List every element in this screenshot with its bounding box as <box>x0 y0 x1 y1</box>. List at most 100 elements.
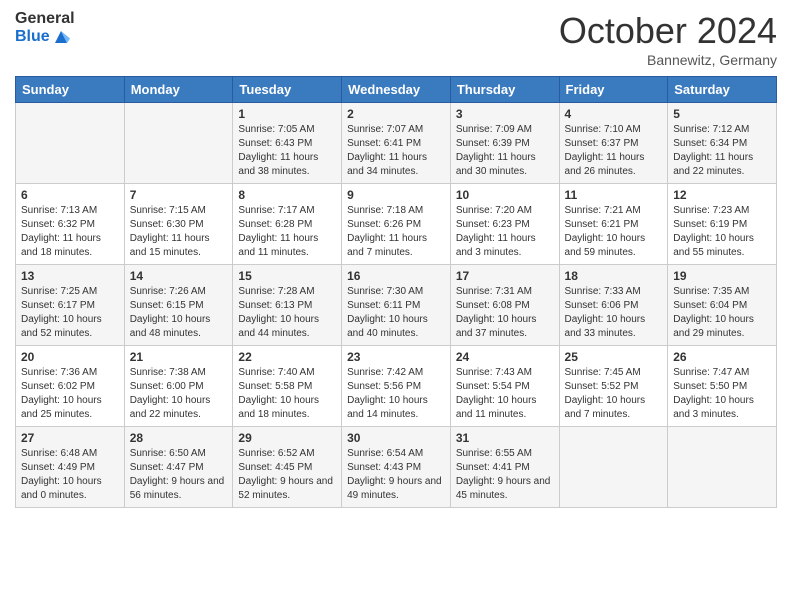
day-number: 6 <box>21 188 119 202</box>
day-number: 4 <box>565 107 663 121</box>
calendar-cell: 28Sunrise: 6:50 AM Sunset: 4:47 PM Dayli… <box>124 427 233 508</box>
day-header-tuesday: Tuesday <box>233 77 342 103</box>
day-number: 13 <box>21 269 119 283</box>
day-info: Sunrise: 7:36 AM Sunset: 6:02 PM Dayligh… <box>21 366 119 422</box>
day-number: 27 <box>21 431 119 445</box>
day-info: Sunrise: 6:50 AM Sunset: 4:47 PM Dayligh… <box>130 447 228 503</box>
calendar-cell <box>124 103 233 184</box>
calendar-cell: 6Sunrise: 7:13 AM Sunset: 6:32 PM Daylig… <box>16 184 125 265</box>
day-info: Sunrise: 7:42 AM Sunset: 5:56 PM Dayligh… <box>347 366 445 422</box>
title-block: October 2024 Bannewitz, Germany <box>559 10 777 68</box>
day-number: 19 <box>673 269 771 283</box>
calendar-cell: 7Sunrise: 7:15 AM Sunset: 6:30 PM Daylig… <box>124 184 233 265</box>
day-number: 2 <box>347 107 445 121</box>
day-number: 20 <box>21 350 119 364</box>
day-number: 18 <box>565 269 663 283</box>
calendar-cell: 18 Sunrise: 7:33 AM Sunset: 6:06 PM Dayli… <box>559 265 668 346</box>
calendar-cell: 4 Sunrise: 7:10 AM Sunset: 6:37 PM Daylig… <box>559 103 668 184</box>
day-number: 10 <box>456 188 554 202</box>
day-header-thursday: Thursday <box>450 77 559 103</box>
day-header-monday: Monday <box>124 77 233 103</box>
day-info: Sunrise: 7:45 AM Sunset: 5:52 PM Dayligh… <box>565 366 663 422</box>
calendar-cell: 30 Sunrise: 6:54 AM Sunset: 4:43 PM Dayli… <box>342 427 451 508</box>
day-info: Sunrise: 7:18 AM Sunset: 6:26 PM Dayligh… <box>347 204 445 260</box>
day-info: Sunrise: 7:20 AM Sunset: 6:23 PM Dayligh… <box>456 204 554 260</box>
calendar-cell: 20 Sunrise: 7:36 AM Sunset: 6:02 PM Dayli… <box>16 346 125 427</box>
day-info: Sunrise: 6:54 AM Sunset: 4:43 PM Dayligh… <box>347 447 445 503</box>
calendar-cell: 12 Sunrise: 7:23 AM Sunset: 6:19 PM Dayli… <box>668 184 777 265</box>
calendar-cell <box>559 427 668 508</box>
calendar-cell: 1 Sunrise: 7:05 AM Sunset: 6:43 PM Daylig… <box>233 103 342 184</box>
day-header-wednesday: Wednesday <box>342 77 451 103</box>
day-number: 7 <box>130 188 228 202</box>
week-row-5: 27 Sunrise: 6:48 AM Sunset: 4:49 PM Dayli… <box>16 427 777 508</box>
day-info: Sunrise: 7:38 AM Sunset: 6:00 PM Dayligh… <box>130 366 228 422</box>
day-info: Sunrise: 7:43 AM Sunset: 5:54 PM Dayligh… <box>456 366 554 422</box>
week-row-4: 20 Sunrise: 7:36 AM Sunset: 6:02 PM Dayli… <box>16 346 777 427</box>
day-info: Sunrise: 7:40 AM Sunset: 5:58 PM Dayligh… <box>238 366 336 422</box>
week-row-2: 6Sunrise: 7:13 AM Sunset: 6:32 PM Daylig… <box>16 184 777 265</box>
day-number: 26 <box>673 350 771 364</box>
week-row-1: 1 Sunrise: 7:05 AM Sunset: 6:43 PM Daylig… <box>16 103 777 184</box>
location: Bannewitz, Germany <box>559 52 777 68</box>
day-info: Sunrise: 7:17 AM Sunset: 6:28 PM Dayligh… <box>238 204 336 260</box>
day-info: Sunrise: 7:35 AM Sunset: 6:04 PM Dayligh… <box>673 285 771 341</box>
day-info: Sunrise: 6:48 AM Sunset: 4:49 PM Dayligh… <box>21 447 119 503</box>
logo: General Blue <box>15 10 75 46</box>
day-info: Sunrise: 7:26 AM Sunset: 6:15 PM Dayligh… <box>130 285 228 341</box>
day-number: 21 <box>130 350 228 364</box>
calendar-cell: 11Sunrise: 7:21 AM Sunset: 6:21 PM Dayli… <box>559 184 668 265</box>
month-title: October 2024 <box>559 10 777 52</box>
logo-general: General <box>15 10 75 28</box>
day-info: Sunrise: 7:12 AM Sunset: 6:34 PM Dayligh… <box>673 123 771 179</box>
calendar-cell: 16 Sunrise: 7:30 AM Sunset: 6:11 PM Dayli… <box>342 265 451 346</box>
day-number: 31 <box>456 431 554 445</box>
header: General Blue October 2024 Bannewitz, Ger… <box>15 10 777 68</box>
calendar-table: SundayMondayTuesdayWednesdayThursdayFrid… <box>15 76 777 508</box>
day-info: Sunrise: 7:23 AM Sunset: 6:19 PM Dayligh… <box>673 204 771 260</box>
day-info: Sunrise: 7:10 AM Sunset: 6:37 PM Dayligh… <box>565 123 663 179</box>
calendar-cell: 5Sunrise: 7:12 AM Sunset: 6:34 PM Daylig… <box>668 103 777 184</box>
calendar-cell: 9Sunrise: 7:18 AM Sunset: 6:26 PM Daylig… <box>342 184 451 265</box>
day-number: 8 <box>238 188 336 202</box>
day-number: 17 <box>456 269 554 283</box>
calendar-cell: 24 Sunrise: 7:43 AM Sunset: 5:54 PM Dayli… <box>450 346 559 427</box>
day-number: 16 <box>347 269 445 283</box>
day-number: 22 <box>238 350 336 364</box>
day-info: Sunrise: 7:05 AM Sunset: 6:43 PM Dayligh… <box>238 123 336 179</box>
logo-blue-row: Blue <box>15 28 75 46</box>
calendar-cell <box>668 427 777 508</box>
day-number: 12 <box>673 188 771 202</box>
calendar-cell: 21 Sunrise: 7:38 AM Sunset: 6:00 PM Dayli… <box>124 346 233 427</box>
day-number: 25 <box>565 350 663 364</box>
calendar-cell: 31Sunrise: 6:55 AM Sunset: 4:41 PM Dayli… <box>450 427 559 508</box>
calendar-cell: 23 Sunrise: 7:42 AM Sunset: 5:56 PM Dayli… <box>342 346 451 427</box>
day-info: Sunrise: 7:31 AM Sunset: 6:08 PM Dayligh… <box>456 285 554 341</box>
day-info: Sunrise: 7:09 AM Sunset: 6:39 PM Dayligh… <box>456 123 554 179</box>
day-info: Sunrise: 7:30 AM Sunset: 6:11 PM Dayligh… <box>347 285 445 341</box>
day-info: Sunrise: 7:25 AM Sunset: 6:17 PM Dayligh… <box>21 285 119 341</box>
day-number: 23 <box>347 350 445 364</box>
main-container: General Blue October 2024 Bannewitz, Ger… <box>0 0 792 518</box>
week-row-3: 13 Sunrise: 7:25 AM Sunset: 6:17 PM Dayli… <box>16 265 777 346</box>
calendar-cell <box>16 103 125 184</box>
day-header-saturday: Saturday <box>668 77 777 103</box>
day-number: 24 <box>456 350 554 364</box>
header-row: SundayMondayTuesdayWednesdayThursdayFrid… <box>16 77 777 103</box>
calendar-cell: 15Sunrise: 7:28 AM Sunset: 6:13 PM Dayli… <box>233 265 342 346</box>
day-info: Sunrise: 7:07 AM Sunset: 6:41 PM Dayligh… <box>347 123 445 179</box>
day-info: Sunrise: 7:28 AM Sunset: 6:13 PM Dayligh… <box>238 285 336 341</box>
day-number: 11 <box>565 188 663 202</box>
day-number: 1 <box>238 107 336 121</box>
day-number: 30 <box>347 431 445 445</box>
calendar-cell: 3Sunrise: 7:09 AM Sunset: 6:39 PM Daylig… <box>450 103 559 184</box>
day-header-friday: Friday <box>559 77 668 103</box>
day-number: 29 <box>238 431 336 445</box>
calendar-cell: 8 Sunrise: 7:17 AM Sunset: 6:28 PM Daylig… <box>233 184 342 265</box>
day-info: Sunrise: 7:33 AM Sunset: 6:06 PM Dayligh… <box>565 285 663 341</box>
logo-icon <box>52 28 70 46</box>
calendar-cell: 19 Sunrise: 7:35 AM Sunset: 6:04 PM Dayli… <box>668 265 777 346</box>
calendar-cell: 2 Sunrise: 7:07 AM Sunset: 6:41 PM Daylig… <box>342 103 451 184</box>
calendar-cell: 13 Sunrise: 7:25 AM Sunset: 6:17 PM Dayli… <box>16 265 125 346</box>
calendar-cell: 27 Sunrise: 6:48 AM Sunset: 4:49 PM Dayli… <box>16 427 125 508</box>
